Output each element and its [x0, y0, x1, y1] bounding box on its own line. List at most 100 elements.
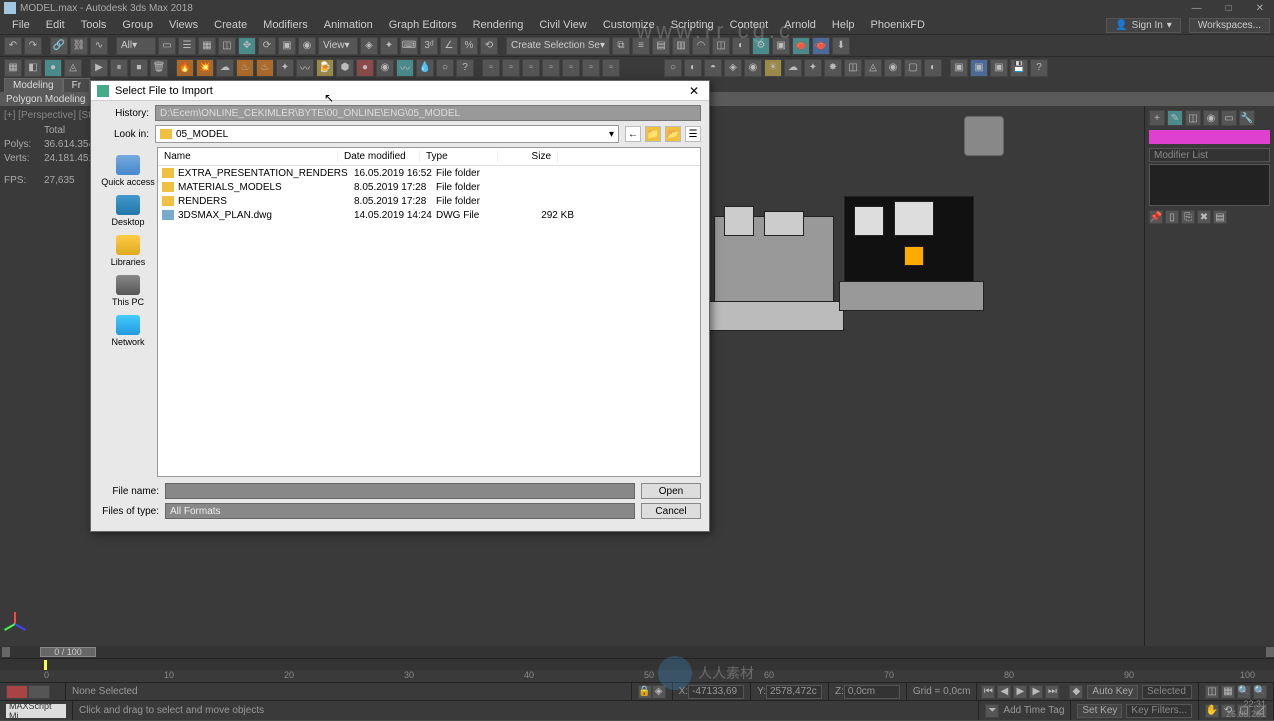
select-move-icon[interactable]: ✥	[238, 37, 256, 55]
vr-icon-g[interactable]: ▫	[602, 59, 620, 77]
select-icon[interactable]: ▭	[158, 37, 176, 55]
sel-lock-icon[interactable]: ▦	[1221, 685, 1235, 699]
motion-tab-icon[interactable]: ◉	[1203, 110, 1219, 126]
key-track[interactable]	[0, 658, 1274, 670]
set-key-button[interactable]: Set Key	[1077, 704, 1122, 718]
goto-start-icon[interactable]: ⏮	[981, 685, 995, 699]
vr-icon-f[interactable]: ▫	[582, 59, 600, 77]
select-place-icon[interactable]: ◉	[298, 37, 316, 55]
remove-mod-icon[interactable]: ✖	[1197, 210, 1211, 224]
app-store-icon[interactable]: ⬇	[832, 37, 850, 55]
lock-selection-icon[interactable]: 🔒	[638, 685, 652, 699]
explosion-icon[interactable]: 💥	[196, 59, 214, 77]
vray-help-icon[interactable]: ?	[1030, 59, 1048, 77]
foam-icon[interactable]: ○	[436, 59, 454, 77]
maxscript-mini[interactable]: MAXScript Mi	[6, 704, 66, 718]
set-key-big-icon[interactable]	[6, 685, 28, 699]
add-time-tag[interactable]: Add Time Tag	[1003, 705, 1064, 716]
cancel-button[interactable]: Cancel	[641, 503, 701, 519]
particle-icon[interactable]: ✦	[276, 59, 294, 77]
fluid-icon[interactable]: ♨	[236, 59, 254, 77]
light-mesh-icon[interactable]: ◈	[724, 59, 742, 77]
menu-phoenixfd[interactable]: PhoenixFD	[863, 19, 933, 31]
purple-icon[interactable]: ◉	[376, 59, 394, 77]
menu-edit[interactable]: Edit	[38, 19, 73, 31]
auto-key-button[interactable]: Auto Key	[1087, 685, 1138, 699]
signin-button[interactable]: 👤 Sign In ▾	[1106, 18, 1181, 33]
render-icon[interactable]: 🫖	[792, 37, 810, 55]
pan-icon[interactable]: ✋	[1205, 704, 1219, 718]
slider-left-arrow[interactable]	[2, 647, 10, 657]
open-button[interactable]: Open	[641, 483, 701, 499]
light-plane-icon[interactable]: ◐	[684, 59, 702, 77]
file-row[interactable]: 3DSMAX_PLAN.dwg14.05.2019 14:24DWG File2…	[158, 208, 700, 222]
render-prod-icon[interactable]: 🫖	[812, 37, 830, 55]
fur-icon[interactable]: ✸	[824, 59, 842, 77]
filename-input[interactable]	[165, 483, 635, 499]
keyboard-shortcut-icon[interactable]: ⌨	[400, 37, 418, 55]
col-size[interactable]: Size	[498, 151, 558, 162]
face-icon[interactable]: ◧	[24, 59, 42, 77]
menu-create[interactable]: Create	[206, 19, 255, 31]
goto-end-icon[interactable]: ⏭	[1045, 685, 1059, 699]
menu-modifiers[interactable]: Modifiers	[255, 19, 316, 31]
named-selection-dropdown[interactable]: Create Selection Se ▾	[506, 37, 610, 55]
filetype-dropdown[interactable]: All Formats	[165, 503, 635, 519]
modifier-stack[interactable]	[1149, 164, 1270, 206]
phys-icon[interactable]: ⬢	[336, 59, 354, 77]
history-dropdown[interactable]: D:\Ecem\ONLINE_CEKIMLER\BYTE\00_ONLINE\E…	[155, 105, 701, 121]
angle-snap-icon[interactable]: ∠	[440, 37, 458, 55]
selection-filter-dropdown[interactable]: All ▾	[116, 37, 156, 55]
timeline-delete-icon[interactable]: 🗑	[150, 59, 168, 77]
col-type[interactable]: Type	[420, 151, 498, 162]
light-sphere-icon[interactable]: ○	[664, 59, 682, 77]
col-date[interactable]: Date modified	[338, 151, 420, 162]
menu-help[interactable]: Help	[824, 19, 863, 31]
col-name[interactable]: Name	[158, 151, 338, 162]
display-tab-icon[interactable]: ▭	[1221, 110, 1237, 126]
mirror-icon[interactable]: ⧉	[612, 37, 630, 55]
manipulate-icon[interactable]: ✦	[380, 37, 398, 55]
vr-icon-d[interactable]: ▫	[542, 59, 560, 77]
file-row[interactable]: MATERIALS_MODELS8.05.2019 17:28File fold…	[158, 180, 700, 194]
quick-desktop[interactable]: Desktop	[109, 193, 146, 229]
next-frame-icon[interactable]: ▶	[1029, 685, 1043, 699]
dialog-titlebar[interactable]: Select File to Import ✕	[91, 81, 709, 101]
menu-rendering[interactable]: Rendering	[465, 19, 532, 31]
smoke-icon[interactable]: ☁	[216, 59, 234, 77]
vray-save-icon[interactable]: 💾	[1010, 59, 1028, 77]
cam-icon[interactable]: ◉	[884, 59, 902, 77]
configure-icon[interactable]: ▤	[1213, 210, 1227, 224]
window-crossing-icon[interactable]: ◫	[218, 37, 236, 55]
quick-access[interactable]: Quick access	[99, 153, 157, 189]
file-list[interactable]: Name Date modified Type Size EXTRA_PRESE…	[157, 147, 701, 477]
bind-icon[interactable]: ∿	[90, 37, 108, 55]
light-dome-icon[interactable]: ◓	[704, 59, 722, 77]
clipper-icon[interactable]: ◫	[844, 59, 862, 77]
new-folder-icon[interactable]: 📂	[665, 126, 681, 142]
menu-animation[interactable]: Animation	[316, 19, 381, 31]
menu-graph-editors[interactable]: Graph Editors	[381, 19, 465, 31]
wind-icon[interactable]: 〰	[296, 59, 314, 77]
dialog-close-button[interactable]: ✕	[685, 84, 703, 98]
vr-icon-c[interactable]: ▫	[522, 59, 540, 77]
vr-icon-a[interactable]: ▫	[482, 59, 500, 77]
ocean-icon[interactable]: 〰	[396, 59, 414, 77]
select-name-icon[interactable]: ☰	[178, 37, 196, 55]
object-color-swatch[interactable]	[1149, 130, 1270, 144]
time-tag-icon[interactable]: ⏷	[985, 704, 999, 718]
file-row[interactable]: RENDERS8.05.2019 17:28File folder	[158, 194, 700, 208]
window-maximize[interactable]: □	[1220, 3, 1238, 14]
proxy-icon[interactable]: ✦	[804, 59, 822, 77]
mesh-icon[interactable]: ◬	[64, 59, 82, 77]
vr-icon-b[interactable]: ▫	[502, 59, 520, 77]
mat-icon[interactable]: ◐	[924, 59, 942, 77]
workspaces-dropdown[interactable]: Workspaces...	[1189, 18, 1270, 33]
window-close[interactable]: ✕	[1250, 3, 1270, 14]
hierarchy-tab-icon[interactable]: ◫	[1185, 110, 1201, 126]
flame-icon[interactable]: ♨	[256, 59, 274, 77]
fire-icon[interactable]: 🔥	[176, 59, 194, 77]
help-icon[interactable]: ?	[456, 59, 474, 77]
quick-network[interactable]: Network	[109, 313, 146, 349]
keyframe-0[interactable]	[44, 660, 47, 670]
